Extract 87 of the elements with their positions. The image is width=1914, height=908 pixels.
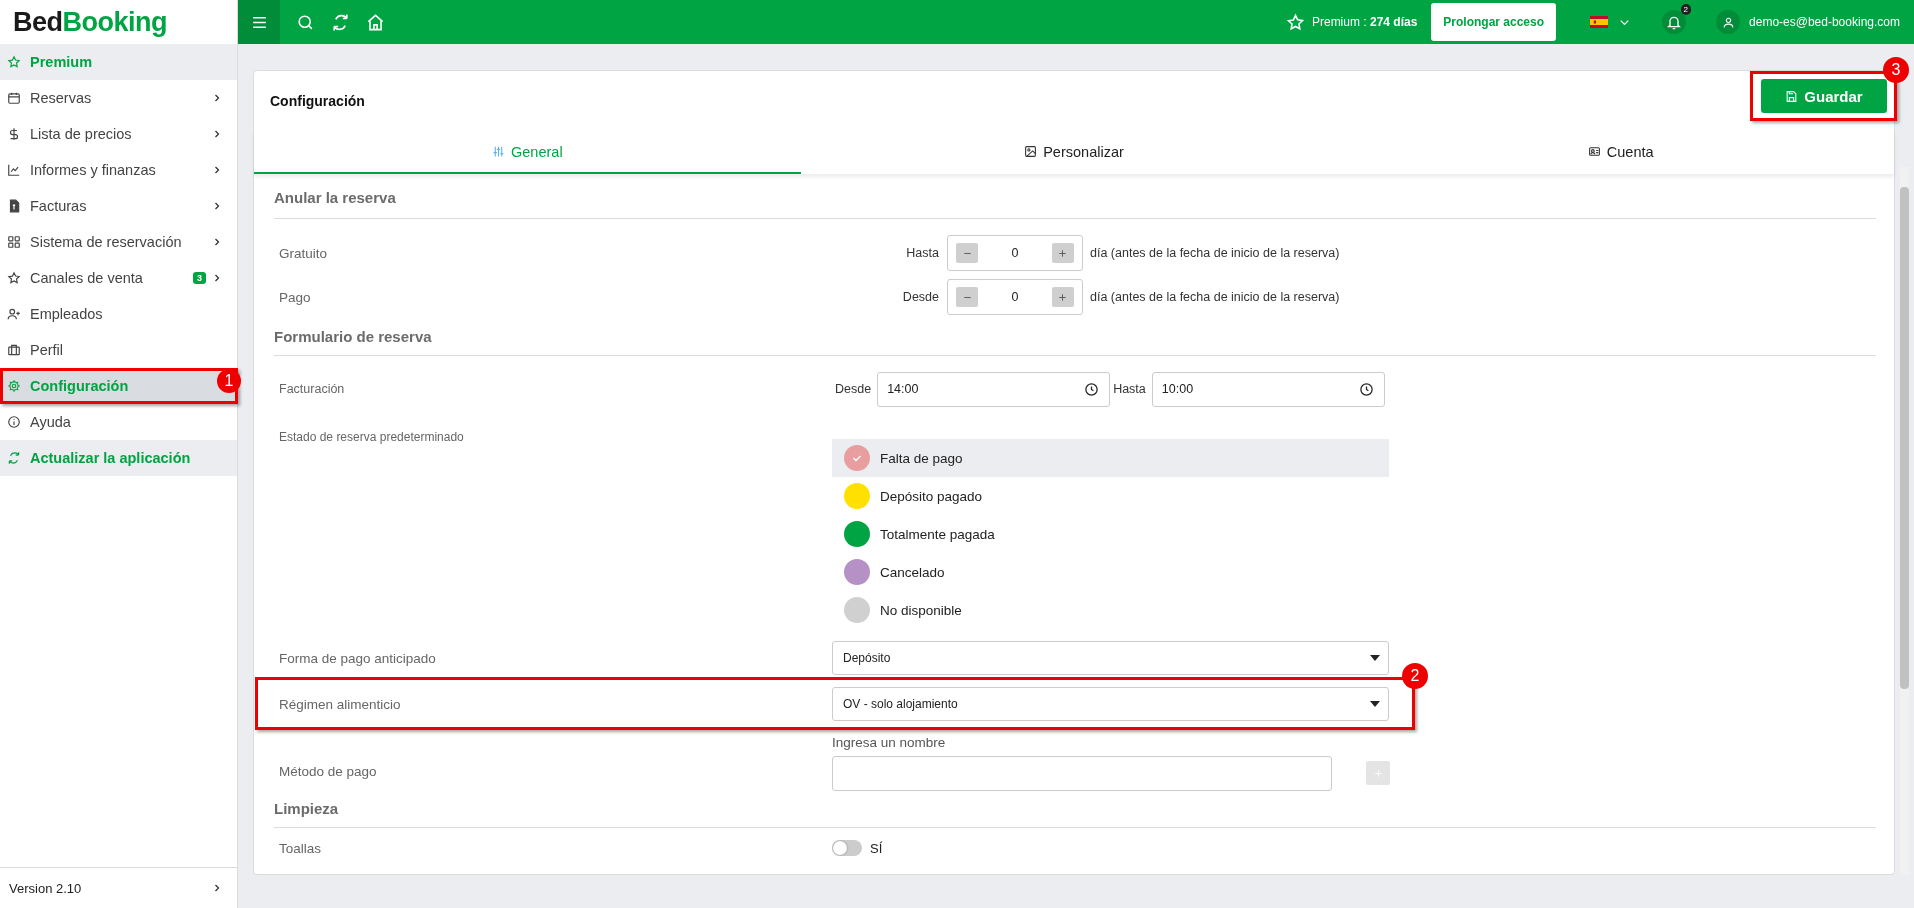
- star-icon: [7, 271, 21, 285]
- status-option[interactable]: Depósito pagado: [832, 477, 1389, 515]
- section-title: Formulario de reserva: [274, 327, 1876, 356]
- time-field[interactable]: 14:00: [877, 371, 1111, 407]
- section-title: Anular la reserva: [274, 188, 1876, 219]
- user-plus-icon: [7, 307, 21, 321]
- user-icon: [1721, 15, 1735, 29]
- sliders-icon: [492, 145, 506, 158]
- time-field[interactable]: 10:00: [1151, 371, 1385, 407]
- plus-icon: [1057, 291, 1069, 303]
- callout-badge: 3: [1883, 57, 1909, 83]
- nav-item[interactable]: Sistema de reservación: [0, 224, 237, 260]
- star-icon: [7, 55, 21, 69]
- user-avatar[interactable]: [1716, 10, 1741, 34]
- field-suffix: día (antes de la fecha de inicio de la reserva): [1090, 290, 1340, 304]
- nav-item[interactable]: Facturas: [0, 188, 237, 224]
- field-label: Ingresa un nombre: [832, 735, 947, 750]
- callout-badge: 2: [1402, 663, 1428, 689]
- plus-icon: [1372, 767, 1384, 779]
- calendar-icon: [7, 91, 21, 105]
- info-icon: [7, 415, 21, 429]
- tab[interactable]: Personalizar: [800, 131, 1348, 174]
- nav-item[interactable]: Perfil: [0, 332, 237, 368]
- dropdown[interactable]: OV - solo alojamiento: [832, 687, 1389, 721]
- document-icon: [7, 199, 21, 213]
- field-label: Forma de pago anticipado: [279, 650, 437, 666]
- section-title: Limpieza: [274, 799, 1876, 828]
- field-label: Método de pago: [279, 764, 378, 781]
- increment-button[interactable]: [1052, 243, 1074, 263]
- status-option[interactable]: No disponible: [832, 591, 1389, 629]
- gear-icon: [7, 379, 21, 393]
- premium-status: Premium : 274 días: [1311, 15, 1418, 29]
- briefcase-icon: [7, 343, 21, 357]
- notifications-button[interactable]: [1662, 10, 1687, 34]
- image-icon: [1024, 145, 1038, 158]
- search-icon[interactable]: [296, 12, 315, 32]
- field-label: Facturación: [279, 382, 346, 396]
- scrollbar[interactable]: [1900, 167, 1909, 875]
- field-label: Pago: [279, 289, 312, 305]
- dollar-icon: [7, 127, 21, 141]
- clock-icon: [1084, 381, 1100, 397]
- version-item[interactable]: Version 2.10: [0, 867, 237, 908]
- field-suffix: día (antes de la fecha de inicio de la reserva): [1090, 246, 1340, 260]
- nav-item[interactable]: Lista de precios: [0, 116, 237, 152]
- notification-count: 2: [1680, 4, 1692, 15]
- increment-button[interactable]: [1052, 287, 1074, 307]
- logo: BedBooking: [12, 5, 168, 39]
- refresh-icon: [7, 451, 21, 465]
- field-prefix: Desde: [835, 382, 872, 396]
- line-chart-icon: [7, 163, 21, 177]
- count-badge: 3: [193, 272, 206, 284]
- toggle-label: SÍ: [870, 840, 883, 856]
- star-icon: [1285, 12, 1305, 32]
- field-label: Toallas: [279, 840, 323, 856]
- field-prefix: Hasta: [1113, 382, 1146, 396]
- caret-icon: [1370, 701, 1380, 707]
- save-icon: [1785, 89, 1799, 103]
- status-option[interactable]: Totalmente pagada: [832, 515, 1389, 553]
- dropdown[interactable]: Depósito: [832, 641, 1389, 675]
- grid-icon: [7, 235, 21, 249]
- nav-item[interactable]: Empleados: [0, 296, 237, 332]
- input-field[interactable]: [832, 756, 1332, 791]
- number-stepper[interactable]: 0: [947, 235, 1083, 271]
- nav-item[interactable]: Informes y finanzas: [0, 152, 237, 188]
- tab[interactable]: Cuenta: [1347, 131, 1894, 174]
- field-label: Régimen alimenticio: [279, 696, 402, 712]
- number-stepper[interactable]: 0: [947, 279, 1083, 315]
- status-option[interactable]: Falta de pago: [832, 439, 1389, 477]
- nav-item[interactable]: Canales de venta 3: [0, 260, 237, 296]
- id-card-icon: [1587, 145, 1601, 158]
- field-label: Estado de reserva predeterminado: [279, 430, 465, 444]
- caret-icon: [1370, 655, 1380, 661]
- toggle-switch[interactable]: [832, 840, 862, 856]
- nav-item[interactable]: Reservas: [0, 80, 237, 116]
- field-label: Gratuito: [279, 245, 329, 261]
- home-icon[interactable]: [366, 12, 385, 32]
- menu-button[interactable]: [238, 0, 280, 44]
- status-option[interactable]: Cancelado: [832, 553, 1389, 591]
- refresh-icon[interactable]: [331, 12, 350, 32]
- field-prefix: Desde: [901, 290, 939, 304]
- field-prefix: Hasta: [905, 246, 939, 260]
- flag-icon[interactable]: [1590, 16, 1609, 28]
- bell-icon: [1666, 14, 1683, 30]
- plus-icon: [1057, 247, 1069, 259]
- clock-icon: [1358, 381, 1374, 397]
- page-title: Configuración: [270, 93, 365, 109]
- nav-item[interactable]: Ayuda: [0, 404, 237, 440]
